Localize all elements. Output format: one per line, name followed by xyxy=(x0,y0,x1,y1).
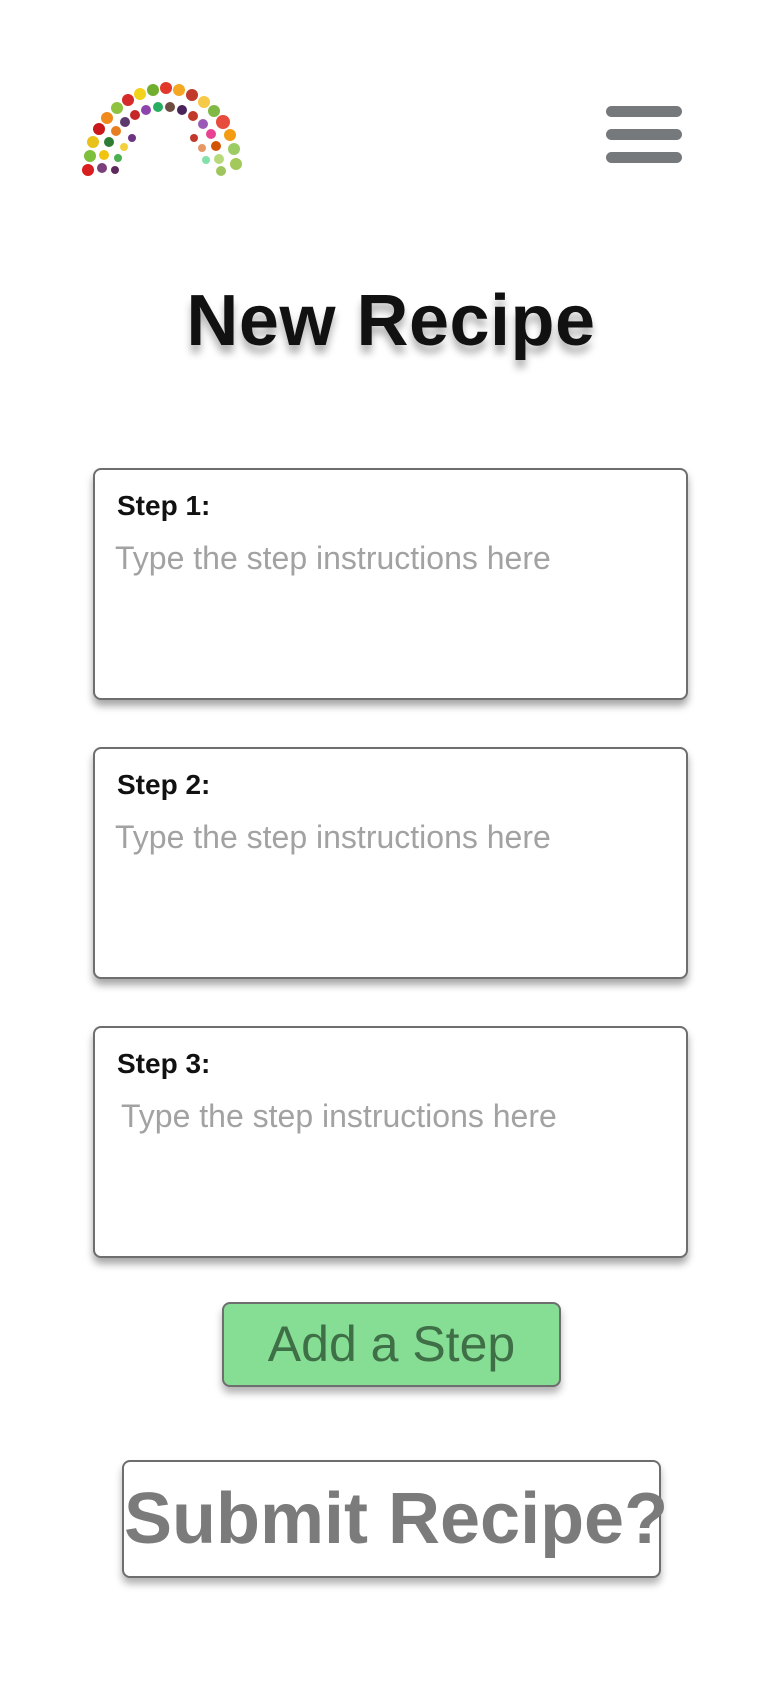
new-recipe-page: New Recipe Step 1: Step 2: Step 3: Add a… xyxy=(0,0,782,1692)
step-instructions-input-2[interactable] xyxy=(115,819,665,959)
fruit-rainbow-logo-icon[interactable] xyxy=(82,78,242,178)
menu-bar-middle xyxy=(606,129,682,140)
step-instructions-input-3[interactable] xyxy=(121,1098,671,1238)
menu-bar-bottom xyxy=(606,152,682,163)
step-label: Step 1: xyxy=(117,490,211,521)
page-title: New Recipe xyxy=(186,281,596,361)
menu-bar-top xyxy=(606,106,682,117)
add-step-button[interactable]: Add a Step xyxy=(222,1302,561,1387)
step-card-2[interactable]: Step 2: xyxy=(93,747,688,979)
step-card-1[interactable]: Step 1: xyxy=(93,468,688,700)
step-label: Step 3: xyxy=(117,1048,211,1079)
step-card-3[interactable]: Step 3: xyxy=(93,1026,688,1258)
step-label: Step 2: xyxy=(117,769,211,800)
submit-recipe-button[interactable]: Submit Recipe? xyxy=(122,1460,668,1578)
hamburger-menu-icon[interactable] xyxy=(606,106,682,164)
step-instructions-input-1[interactable] xyxy=(115,540,665,680)
